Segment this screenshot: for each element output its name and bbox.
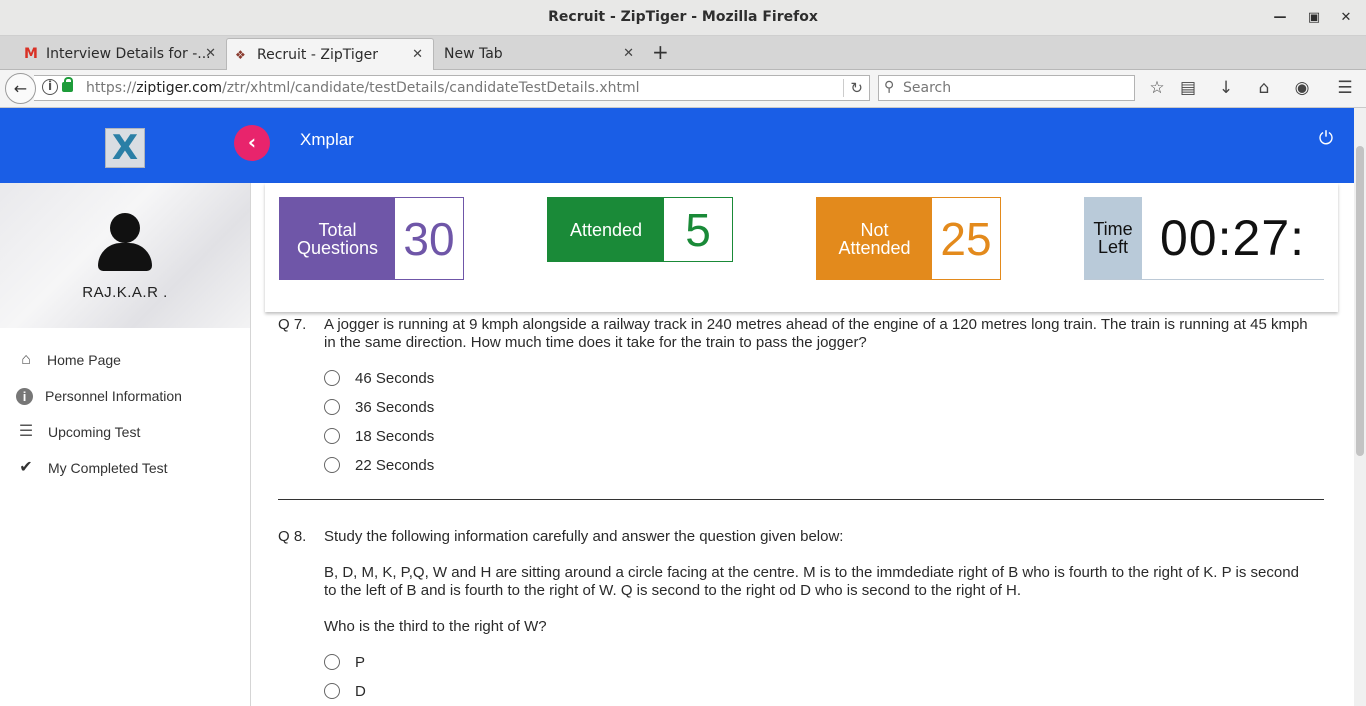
attended-stat: Attended 5 xyxy=(547,197,733,262)
option-label: P xyxy=(355,654,366,671)
window-titlebar: Recruit - ZipTiger - Mozilla Firefox — ▣… xyxy=(0,0,1366,36)
time-left-label: Time Left xyxy=(1084,197,1142,279)
info-icon[interactable]: i xyxy=(42,79,58,95)
question-7: Q 7. A jogger is running at 9 kmph along… xyxy=(278,316,1324,486)
maximize-button[interactable]: ▣ xyxy=(1304,8,1324,28)
minimize-button[interactable]: — xyxy=(1270,8,1290,28)
new-tab-button[interactable]: + xyxy=(652,41,669,63)
power-icon[interactable]: ⏻ xyxy=(1315,128,1337,150)
option-label: 46 Seconds xyxy=(355,370,435,387)
option-label: 22 Seconds xyxy=(355,457,435,474)
tab-recruit-ziptiger[interactable]: ❖ Recruit - ZipTiger ✕ xyxy=(226,38,434,70)
close-window-button[interactable]: ✕ xyxy=(1336,8,1356,28)
url-text[interactable]: https://ziptiger.com/ztr/xhtml/candidate… xyxy=(86,80,640,96)
close-tab-icon[interactable]: ✕ xyxy=(623,46,634,61)
option-label: 18 Seconds xyxy=(355,428,435,445)
radio-button[interactable] xyxy=(324,457,340,473)
sidebar-item-label: Upcoming Test xyxy=(48,424,141,440)
tab-label: New Tab xyxy=(444,46,503,62)
check-icon: ✔ xyxy=(19,459,33,476)
home-button-icon[interactable]: ⌂ xyxy=(1253,77,1275,99)
sidebar-item-label: Personnel Information xyxy=(45,388,182,404)
home-icon: ⌂ xyxy=(21,351,31,368)
back-button[interactable]: ← xyxy=(5,73,36,104)
navigation-toolbar: i https://ziptiger.com/ztr/xhtml/candida… xyxy=(0,70,1366,108)
tab-label: Recruit - ZipTiger xyxy=(257,47,379,63)
test-stats-panel: Total Questions 30 Attended 5 Not Attended… xyxy=(265,183,1338,312)
radio-button[interactable] xyxy=(324,654,340,670)
question-number: Q 8. xyxy=(278,528,307,545)
total-questions-value: 30 xyxy=(395,198,463,279)
sidebar-item-label: Home Page xyxy=(47,352,121,368)
radio-button[interactable] xyxy=(324,683,340,699)
scrollbar-thumb[interactable] xyxy=(1356,146,1364,456)
not-attended-stat: Not Attended 25 xyxy=(816,197,1001,280)
total-questions-label: Total Questions xyxy=(280,198,395,279)
radio-button[interactable] xyxy=(324,370,340,386)
pocket-icon[interactable]: ◉ xyxy=(1291,77,1313,99)
profile-card: RAJ.K.A.R . xyxy=(0,183,250,328)
avatar-icon xyxy=(98,213,152,273)
window-title: Recruit - ZipTiger - Mozilla Firefox xyxy=(548,9,818,25)
question-passage: B, D, M, K, P,Q, W and H are sitting aro… xyxy=(324,564,1299,599)
url-bar[interactable]: i https://ziptiger.com/ztr/xhtml/candida… xyxy=(34,75,870,101)
question-number: Q 7. xyxy=(278,316,307,333)
info-icon: i xyxy=(16,388,33,405)
attended-value: 5 xyxy=(664,198,732,261)
reload-icon[interactable]: ↻ xyxy=(843,79,863,97)
not-attended-value: 25 xyxy=(932,198,1000,279)
brand-name: Xmplar xyxy=(300,130,354,149)
page-scrollbar[interactable] xyxy=(1354,108,1366,706)
tab-label: Interview Details for -... xyxy=(46,46,211,62)
attended-label: Attended xyxy=(548,198,664,261)
close-tab-icon[interactable]: ✕ xyxy=(205,46,216,61)
menu-icon[interactable]: ☰ xyxy=(1334,77,1356,99)
bookmark-star-icon[interactable]: ☆ xyxy=(1146,77,1168,99)
logo-letter: X xyxy=(111,128,139,168)
app-header: X ‹ Xmplar ⏻ xyxy=(0,108,1354,183)
not-attended-label: Not Attended xyxy=(817,198,932,279)
close-tab-icon[interactable]: ✕ xyxy=(412,47,423,62)
url-path: /ztr/xhtml/candidate/testDetails/candida… xyxy=(222,80,640,96)
xmplar-logo[interactable]: X xyxy=(105,128,145,168)
lock-icon xyxy=(62,77,73,92)
tab-strip: M Interview Details for -... ✕ ❖ Recruit… xyxy=(0,36,1366,70)
search-input[interactable]: ⚲ Search xyxy=(878,75,1135,101)
ziptiger-favicon-icon: ❖ xyxy=(235,48,246,62)
question-text: Who is the third to the right of W? xyxy=(324,618,547,635)
reading-list-icon[interactable]: ▤ xyxy=(1177,77,1199,99)
tab-new-tab[interactable]: New Tab ✕ xyxy=(434,38,644,70)
list-icon: ☰ xyxy=(18,423,34,440)
question-text: A jogger is running at 9 kmph alongside … xyxy=(324,316,1308,351)
sidebar: RAJ.K.A.R . ⌂ Home Page i Personnel Info… xyxy=(0,183,251,706)
gmail-icon: M xyxy=(24,46,38,62)
question-divider xyxy=(278,499,1324,500)
question-8: Q 8. Study the following information car… xyxy=(278,528,1324,706)
time-left-stat: Time Left 00:27: xyxy=(1084,197,1324,280)
url-prefix: https:// xyxy=(86,80,137,96)
search-placeholder: Search xyxy=(903,80,952,96)
option-label: 36 Seconds xyxy=(355,399,435,416)
question-intro: Study the following information carefull… xyxy=(324,528,844,545)
option-label: D xyxy=(355,683,366,700)
url-host: ziptiger.com xyxy=(136,80,223,96)
total-questions-stat: Total Questions 30 xyxy=(279,197,464,280)
radio-button[interactable] xyxy=(324,399,340,415)
radio-button[interactable] xyxy=(324,428,340,444)
tab-interview-details[interactable]: M Interview Details for -... ✕ xyxy=(0,38,226,70)
user-name: RAJ.K.A.R . xyxy=(82,284,168,301)
collapse-sidebar-button[interactable]: ‹ xyxy=(234,125,270,161)
time-left-value: 00:27: xyxy=(1142,197,1324,279)
download-icon[interactable]: ↓ xyxy=(1215,77,1237,99)
sidebar-item-label: My Completed Test xyxy=(48,460,168,476)
search-icon: ⚲ xyxy=(884,79,895,95)
